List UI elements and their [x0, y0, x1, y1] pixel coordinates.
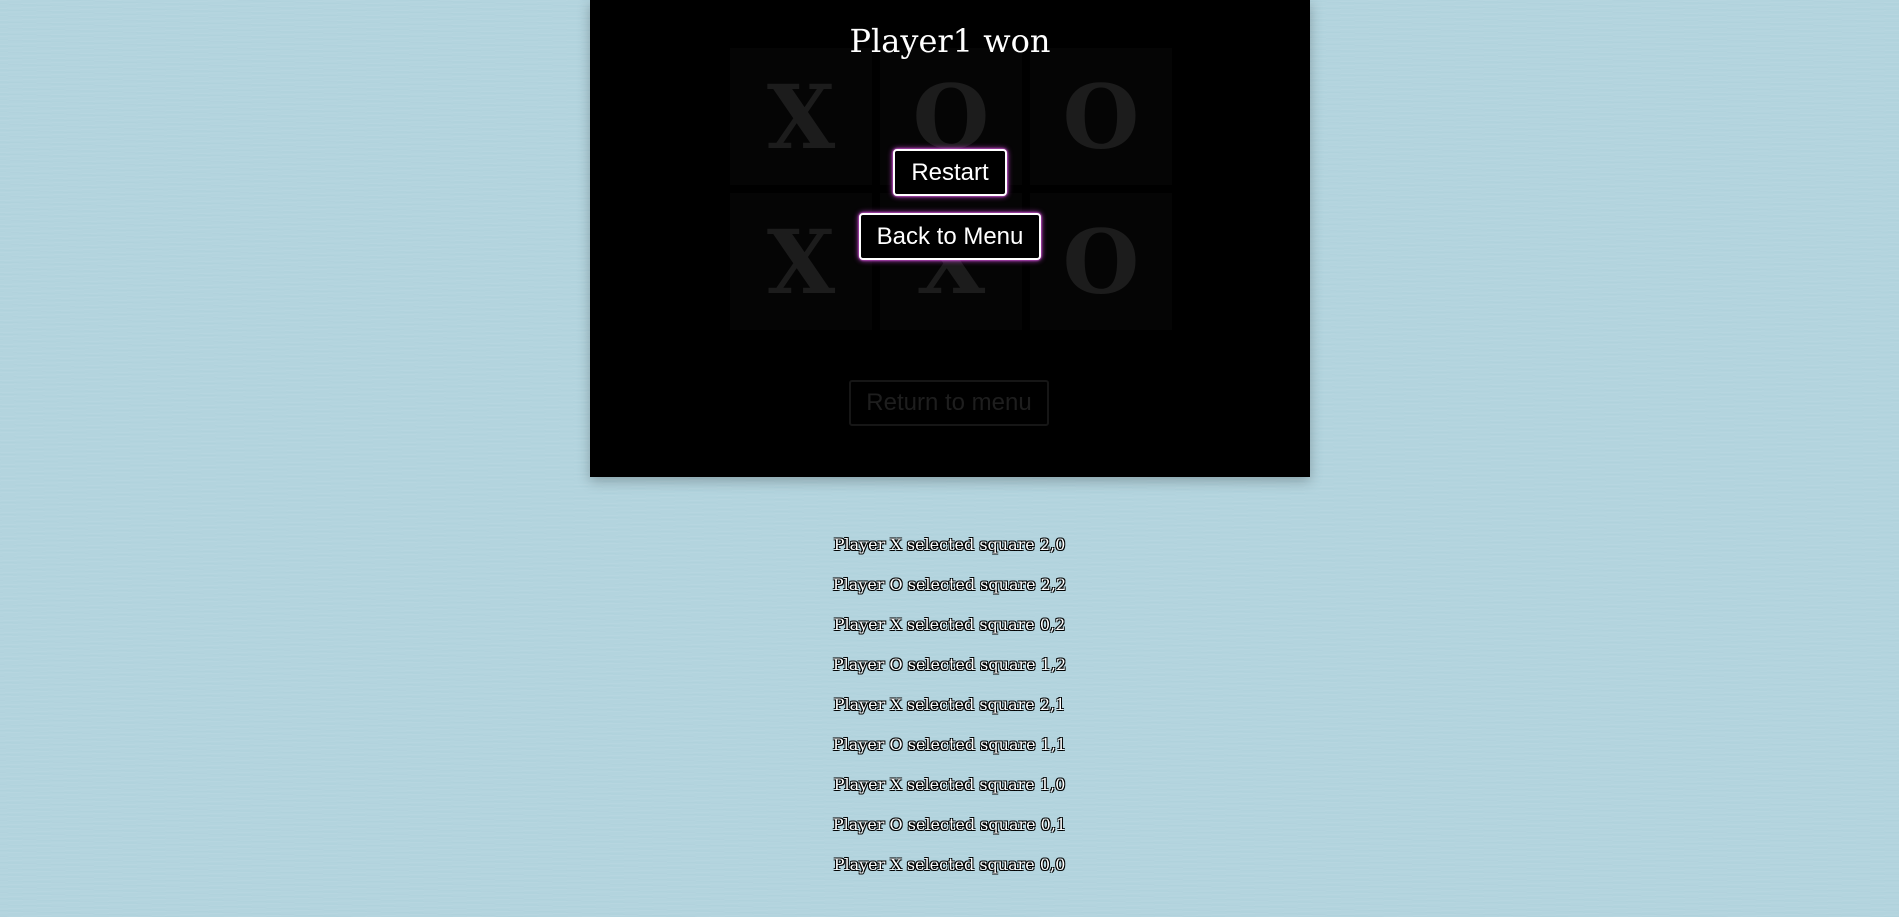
cell-mark: O — [1062, 209, 1140, 314]
return-to-menu-button[interactable]: Return to menu — [849, 380, 1049, 426]
move-log-item: Player O selected square 0,1 — [832, 815, 1067, 834]
board-cell[interactable]: O — [1030, 193, 1172, 330]
cell-mark: X — [766, 209, 836, 314]
move-log-item: Player X selected square 2,1 — [833, 695, 1066, 714]
cell-mark: O — [1062, 64, 1140, 169]
game-panel: X O O X X O Return to menu Player1 won R… — [590, 0, 1310, 477]
move-log-item: Player X selected square 0,2 — [833, 615, 1066, 634]
move-log-item: Player O selected square 2,2 — [832, 575, 1067, 594]
restart-button[interactable]: Restart — [893, 149, 1007, 196]
move-log: Player X selected square 2,0 Player O se… — [0, 533, 1899, 893]
game-result-title: Player1 won — [849, 22, 1051, 60]
move-log-item: Player X selected square 0,0 — [833, 855, 1066, 874]
move-log-item: Player O selected square 1,2 — [832, 655, 1067, 674]
cell-mark: X — [766, 64, 836, 169]
move-log-item: Player O selected square 1,1 — [832, 735, 1067, 754]
move-log-item: Player X selected square 1,0 — [833, 775, 1066, 794]
cell-mark: O — [912, 64, 990, 169]
board-cell[interactable]: X — [730, 193, 872, 330]
board-cell[interactable]: O — [1030, 48, 1172, 185]
board-cell[interactable]: X — [730, 48, 872, 185]
back-to-menu-button[interactable]: Back to Menu — [859, 213, 1041, 260]
move-log-item: Player X selected square 2,0 — [833, 535, 1066, 554]
